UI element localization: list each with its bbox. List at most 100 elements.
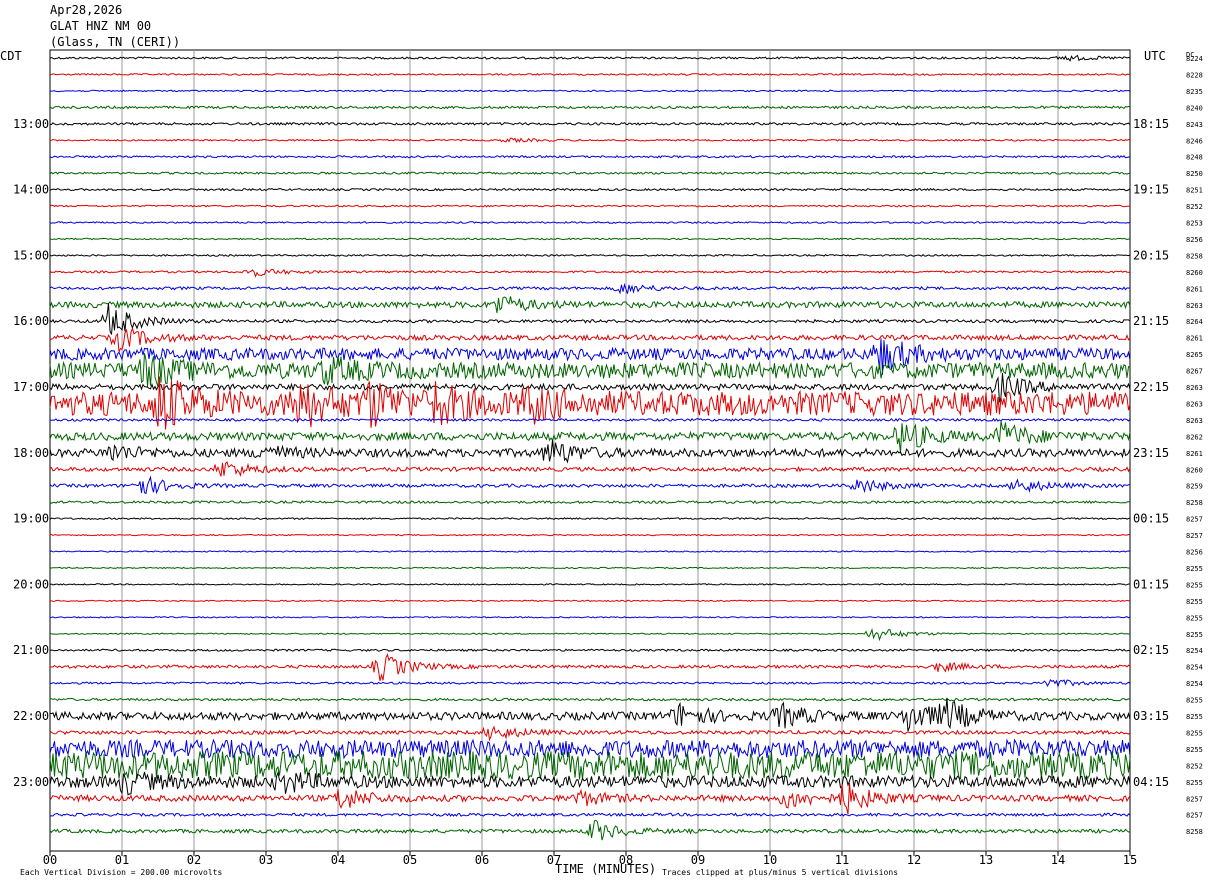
x-axis-title: TIME (MINUTES) — [555, 862, 656, 876]
x-tick-label: 05 — [403, 853, 417, 867]
left-hour-label: 14:00 — [13, 183, 49, 197]
dc-value: 8258 — [1186, 828, 1203, 836]
x-tick-label: 09 — [691, 853, 705, 867]
trace-row-27 — [49, 500, 1131, 505]
left-hour-label: 16:00 — [13, 314, 49, 328]
trace-row-44 — [49, 771, 1131, 796]
dc-value: 8255 — [1186, 713, 1203, 721]
dc-value: 8261 — [1186, 285, 1203, 293]
dc-value: 8261 — [1186, 450, 1203, 458]
trace-row-17 — [49, 326, 1131, 353]
trace-row-1 — [49, 73, 1131, 76]
helicorder-chart: 00 01 02 03 04 05 06 07 08 09 10 11 12 13 14 1582248228… — [0, 49, 1203, 877]
trace-row-15 — [49, 296, 1131, 314]
dc-value: 8259 — [1186, 483, 1203, 491]
x-tick-label: 10 — [763, 853, 777, 867]
trace-row-30 — [49, 550, 1131, 553]
dc-value: 8228 — [1186, 71, 1203, 79]
dc-value: 8240 — [1186, 104, 1203, 112]
left-hour-label: 18:00 — [13, 446, 49, 460]
left-tz-label: CDT — [0, 49, 22, 63]
left-hour-label: 15:00 — [13, 248, 49, 262]
dc-value: 8255 — [1186, 697, 1203, 705]
dc-value: 8262 — [1186, 433, 1203, 441]
dc-value: 8255 — [1186, 614, 1203, 622]
right-hour-label: 02:15 — [1133, 643, 1169, 657]
trace-row-3 — [49, 105, 1131, 110]
trace-row-24 — [49, 439, 1131, 464]
dc-label: DC — [1186, 51, 1194, 59]
trace-row-28 — [49, 517, 1131, 521]
dc-value: 8254 — [1186, 680, 1203, 688]
trace-row-11 — [49, 237, 1131, 241]
dc-value: 8255 — [1186, 565, 1203, 573]
left-hour-label: 20:00 — [13, 577, 49, 591]
trace-row-7 — [49, 171, 1131, 175]
trace-row-12 — [49, 253, 1131, 257]
right-hour-label: 20:15 — [1133, 248, 1169, 262]
x-tick-label: 06 — [475, 853, 489, 867]
dc-value: 8265 — [1186, 351, 1203, 359]
trace-row-37 — [49, 653, 1131, 681]
x-tick-label: 13 — [979, 853, 993, 867]
right-hour-label: 00:15 — [1133, 512, 1169, 526]
x-tick-label: 02 — [187, 853, 201, 867]
x-tick-label: 11 — [835, 853, 849, 867]
dc-value: 8252 — [1186, 203, 1203, 211]
trace-row-43 — [49, 750, 1131, 781]
left-hour-label: 21:00 — [13, 643, 49, 657]
trace-row-31 — [49, 566, 1131, 570]
dc-value: 8263 — [1186, 400, 1203, 408]
dc-value: 8263 — [1186, 384, 1203, 392]
dc-value: 8255 — [1186, 631, 1203, 639]
dc-value: 8255 — [1186, 729, 1203, 737]
trace-row-22 — [49, 417, 1131, 422]
trace-row-14 — [49, 282, 1131, 295]
dc-value: 8251 — [1186, 187, 1203, 195]
right-hour-label: 04:15 — [1133, 775, 1169, 789]
dc-value: 8254 — [1186, 664, 1203, 672]
right-hour-label: 23:15 — [1133, 446, 1169, 460]
trace-row-40 — [49, 697, 1131, 732]
right-hour-label: 21:15 — [1133, 314, 1169, 328]
dc-value: 8256 — [1186, 236, 1203, 244]
dc-value: 8258 — [1186, 252, 1203, 260]
trace-row-8 — [49, 187, 1131, 192]
x-tick-label: 14 — [1051, 853, 1065, 867]
trace-row-6 — [49, 154, 1131, 159]
trace-row-33 — [50, 599, 1131, 603]
dc-value: 8258 — [1186, 499, 1203, 507]
dc-value: 8257 — [1186, 795, 1203, 803]
trace-row-45 — [49, 782, 1131, 815]
dc-value: 8250 — [1186, 170, 1203, 178]
dc-value: 8235 — [1186, 88, 1203, 96]
trace-row-23 — [49, 421, 1131, 454]
left-hour-label: 19:00 — [13, 512, 49, 526]
dc-value: 8263 — [1186, 302, 1203, 310]
trace-row-42 — [49, 738, 1131, 760]
dc-value: 8254 — [1186, 647, 1203, 655]
left-hour-label: 17:00 — [13, 380, 49, 394]
trace-row-39 — [49, 697, 1131, 702]
trace-row-5 — [49, 137, 1131, 144]
trace-row-46 — [49, 812, 1131, 818]
dc-value: 8255 — [1186, 779, 1203, 787]
dc-value: 8252 — [1186, 762, 1203, 770]
dc-value: 8267 — [1186, 368, 1203, 376]
dc-value: 8263 — [1186, 417, 1203, 425]
left-hour-label: 13:00 — [13, 117, 49, 131]
right-hour-label: 03:15 — [1133, 709, 1169, 723]
dc-value: 8257 — [1186, 516, 1203, 524]
dc-value: 8255 — [1186, 598, 1203, 606]
trace-row-35 — [49, 627, 1131, 642]
trace-row-0 — [49, 54, 1131, 62]
x-tick-label: 00 — [43, 853, 57, 867]
dc-value: 8243 — [1186, 121, 1203, 129]
right-tz-label: UTC — [1144, 49, 1166, 63]
trace-row-41 — [49, 725, 1131, 742]
trace-row-25 — [49, 461, 1131, 477]
dc-value: 8257 — [1186, 532, 1203, 540]
trace-row-26 — [49, 475, 1131, 495]
dc-value: 8260 — [1186, 269, 1203, 277]
trace-row-32 — [49, 583, 1130, 586]
